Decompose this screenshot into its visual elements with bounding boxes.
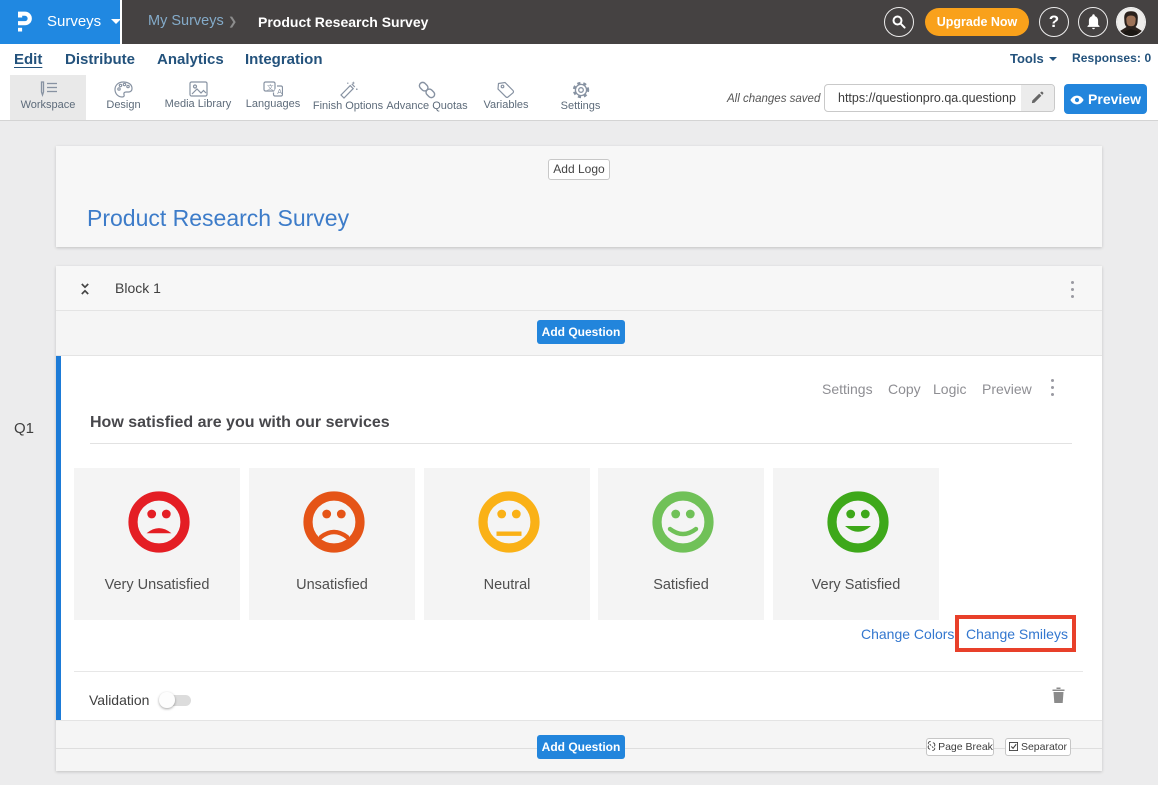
svg-text:文: 文 — [267, 83, 274, 92]
svg-text:A: A — [277, 89, 282, 96]
